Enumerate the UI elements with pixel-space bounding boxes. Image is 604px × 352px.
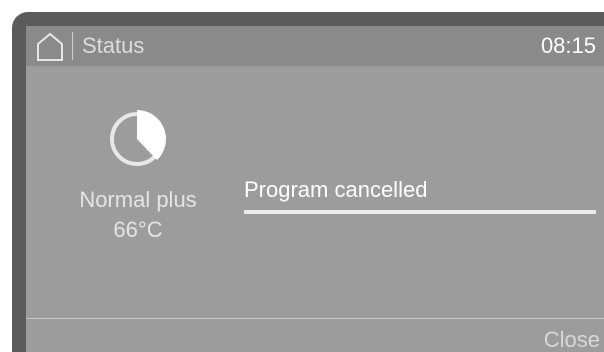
page-title: Status	[82, 33, 145, 58]
progress-bar-fill	[244, 210, 596, 214]
program-name: Normal plus	[79, 187, 197, 212]
home-icon	[37, 32, 63, 61]
clock-time: 08:15	[540, 33, 596, 58]
header-divider	[72, 32, 73, 60]
footer-divider	[26, 318, 604, 319]
display-screen: Status 08:15 Normal plus 66°C Program ca…	[26, 26, 604, 352]
program-progress-icon	[104, 106, 170, 172]
appliance-bezel: Status 08:15 Normal plus 66°C Program ca…	[12, 12, 604, 352]
close-button[interactable]: Close	[544, 326, 600, 352]
status-message: Program cancelled	[244, 177, 428, 202]
home-button[interactable]	[32, 30, 68, 62]
progress-bar	[244, 210, 596, 214]
status-header: Status 08:15	[26, 26, 604, 66]
program-temperature: 66°C	[113, 217, 163, 242]
